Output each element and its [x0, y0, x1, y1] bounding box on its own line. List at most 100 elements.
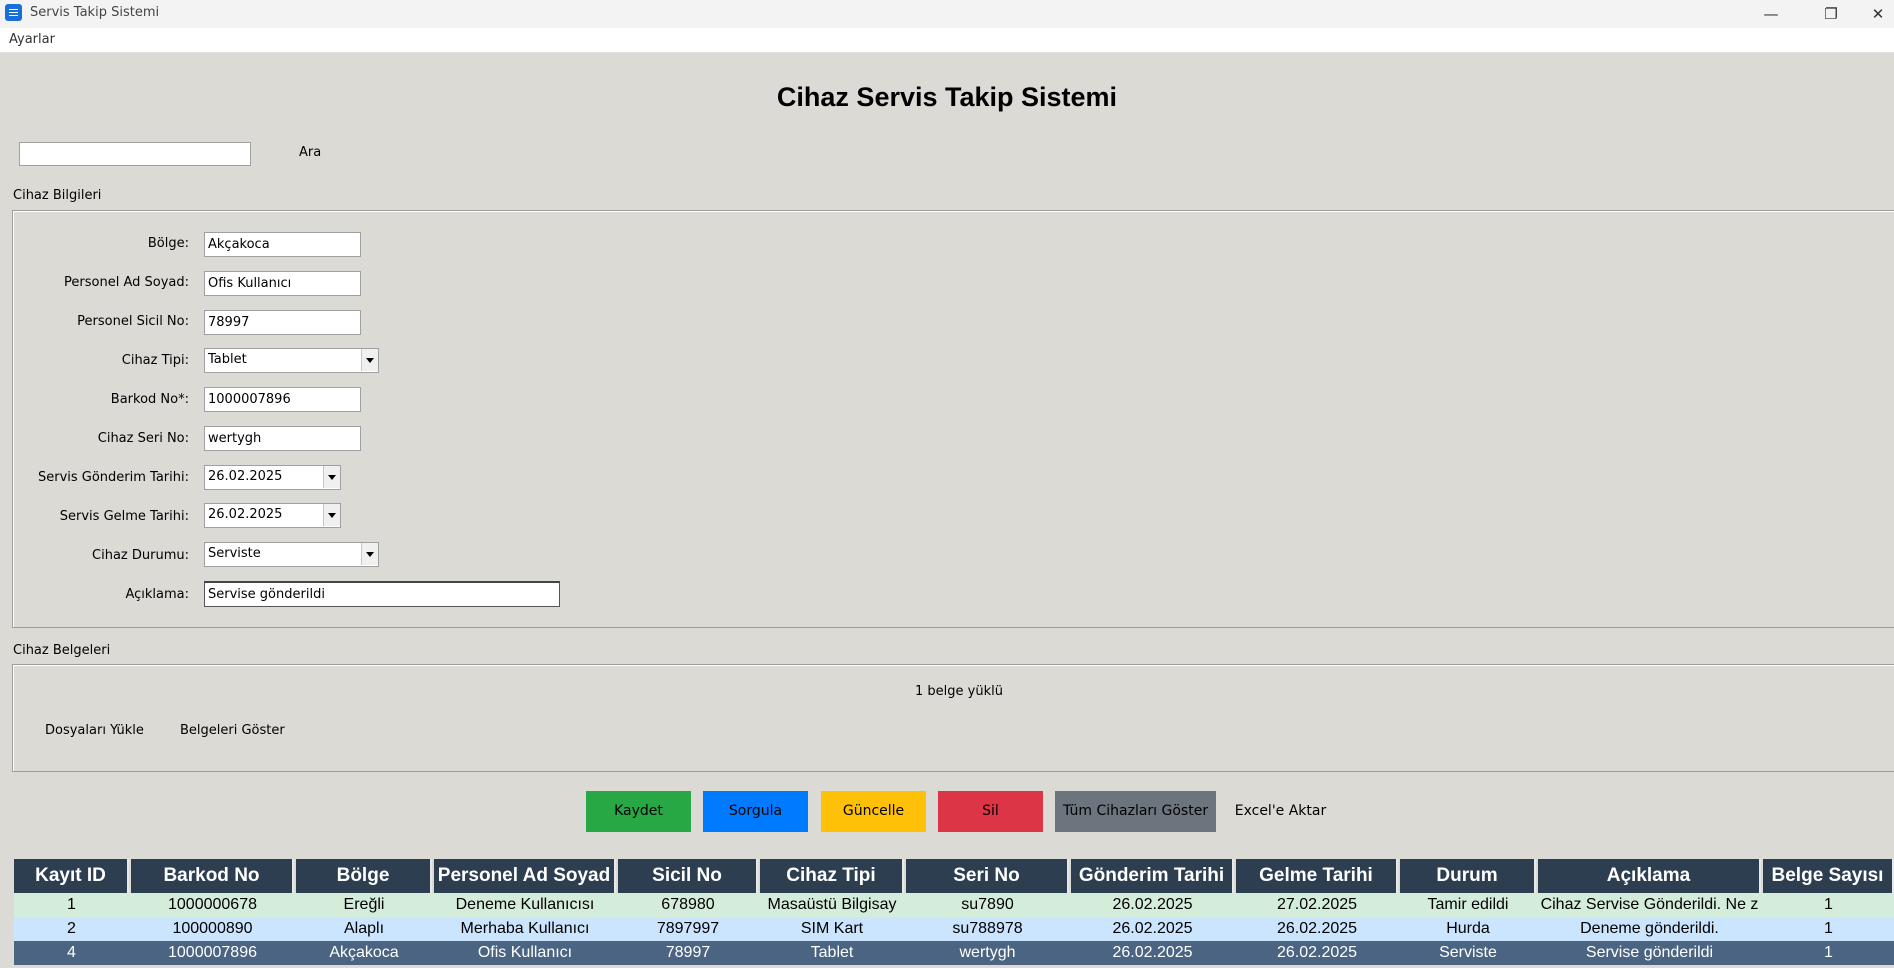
return-date-picker[interactable]: 26.02.2025 — [204, 503, 341, 528]
table-cell: 4 — [67, 944, 76, 961]
device-type-select[interactable]: Tablet — [204, 348, 379, 373]
device-info-section-label: Cihaz Bilgileri — [13, 188, 102, 203]
minimize-button[interactable]: — — [1748, 2, 1794, 26]
chevron-down-icon[interactable] — [323, 466, 340, 488]
search-input[interactable] — [19, 142, 251, 166]
column-header[interactable]: Cihaz Tipi — [760, 859, 904, 893]
column-header[interactable]: Gelme Tarihi — [1236, 859, 1398, 893]
table-cell: Ofis Kullanıcı — [477, 944, 573, 961]
column-header[interactable]: Bölge — [296, 859, 432, 893]
send-date-label: Servis Gönderim Tarihi: — [37, 470, 189, 485]
description-field[interactable] — [204, 581, 560, 607]
table-cell: 27.02.2025 — [1276, 896, 1358, 913]
table-cell: Akçakoca — [329, 944, 399, 961]
query-button[interactable]: Sorgula — [703, 791, 808, 832]
show-all-devices-button[interactable]: Tüm Cihazları Göster — [1055, 791, 1216, 832]
table-cell: 26.02.2025 — [1276, 944, 1358, 961]
column-header[interactable]: Sicil No — [618, 859, 758, 893]
personnel-name-field[interactable] — [204, 271, 361, 296]
region-field[interactable] — [204, 232, 361, 257]
table-cell: Cihaz Servise Gönderildi. Ne z — [1540, 896, 1759, 913]
chevron-down-icon[interactable] — [323, 504, 340, 526]
table-cell: 1 — [67, 896, 76, 913]
table-cell: 1 — [1824, 920, 1833, 937]
documents-section-label: Cihaz Belgeleri — [13, 643, 111, 658]
column-header[interactable]: Durum — [1400, 859, 1536, 893]
status-label: Cihaz Durumu: — [92, 548, 189, 563]
save-button[interactable]: Kaydet — [586, 791, 691, 832]
status-value: Serviste — [208, 546, 261, 561]
send-date-picker[interactable]: 26.02.2025 — [204, 465, 341, 490]
sicil-label: Personel Sicil No: — [77, 314, 189, 329]
table-cell: wertygh — [959, 944, 1016, 961]
table-cell: 26.02.2025 — [1112, 896, 1193, 913]
column-header[interactable]: Barkod No — [131, 859, 294, 893]
chevron-down-icon[interactable] — [361, 543, 378, 565]
table-cell: Hurda — [1446, 920, 1490, 937]
region-label: Bölge: — [147, 236, 189, 251]
table-row[interactable]: 4 1000007896 Akçakoca Ofis Kullanıcı 78997 Ta… — [14, 941, 1894, 965]
documents-frame — [12, 664, 1894, 772]
table-cell: 1 — [1824, 944, 1833, 961]
column-header[interactable]: Belge Sayısı — [1763, 859, 1894, 893]
table-cell: 26.02.2025 — [1112, 920, 1193, 937]
table-cell: su7890 — [961, 896, 1014, 913]
column-header[interactable]: Personel Ad Soyad — [434, 859, 616, 893]
table-cell: Tablet — [810, 944, 854, 961]
table-cell: Deneme Kullanıcısı — [455, 896, 595, 913]
table-row[interactable]: 1 1000000678 Ereğli Deneme Kullanıcısı 67898… — [14, 893, 1894, 917]
table-cell: 78997 — [665, 944, 711, 961]
return-date-label: Servis Gelme Tarihi: — [59, 509, 189, 524]
show-documents-button[interactable]: Belgeleri Göster — [180, 723, 285, 738]
table-cell: Alaplı — [343, 920, 385, 937]
table-cell: 26.02.2025 — [1276, 920, 1358, 937]
serial-label: Cihaz Seri No: — [97, 431, 189, 446]
page-title: Cihaz Servis Takip Sistemi — [776, 82, 1118, 112]
table-cell: 1 — [1824, 896, 1833, 913]
table-cell: 678980 — [661, 896, 715, 913]
table-cell: Deneme gönderildi. — [1580, 920, 1719, 937]
title-bar: Servis Takip Sistemi — ❐ ✕ — [0, 0, 1894, 28]
column-header[interactable]: Kayıt ID — [14, 859, 129, 893]
device-type-label: Cihaz Tipi: — [121, 353, 189, 368]
send-date-value: 26.02.2025 — [208, 469, 283, 484]
table-cell: 2 — [67, 920, 76, 937]
update-button[interactable]: Güncelle — [821, 791, 926, 832]
search-button[interactable]: Ara — [299, 145, 321, 160]
documents-status: 1 belge yüklü — [915, 684, 1003, 699]
close-button[interactable]: ✕ — [1862, 2, 1894, 26]
column-header[interactable]: Açıklama — [1538, 859, 1761, 893]
table-cell: SIM Kart — [800, 920, 864, 937]
delete-button[interactable]: Sil — [938, 791, 1043, 832]
column-header[interactable]: Gönderim Tarihi — [1071, 859, 1234, 893]
table-cell: 26.02.2025 — [1112, 944, 1193, 961]
table-cell: 1000000678 — [168, 896, 257, 913]
barcode-field[interactable] — [204, 387, 361, 412]
table-cell: Ereğli — [343, 896, 385, 913]
table-cell: su788978 — [952, 920, 1023, 937]
table-cell: Serviste — [1439, 944, 1497, 961]
sicil-field[interactable] — [204, 310, 361, 335]
table-header: Kayıt ID Barkod No Bölge Personel Ad Soyad S… — [14, 859, 1894, 893]
upload-files-button[interactable]: Dosyaları Yükle — [45, 723, 144, 738]
menu-bar: Ayarlar — [0, 28, 1894, 53]
app-icon — [5, 4, 22, 21]
barcode-label: Barkod No*: — [110, 392, 189, 407]
table-cell: 1000007896 — [168, 944, 257, 961]
serial-field[interactable] — [204, 426, 361, 451]
table-cell: 7897997 — [656, 920, 720, 937]
table-cell: 100000890 — [172, 920, 253, 937]
return-date-value: 26.02.2025 — [208, 507, 283, 522]
maximize-button[interactable]: ❐ — [1808, 2, 1854, 26]
name-label: Personel Ad Soyad: — [64, 275, 189, 290]
table-cell: Masaüstü Bilgisay — [767, 896, 897, 913]
table-row[interactable]: 2 100000890 Alaplı Merhaba Kullanıcı 7897997… — [14, 917, 1894, 941]
window-title: Servis Takip Sistemi — [30, 5, 160, 20]
chevron-down-icon[interactable] — [361, 349, 378, 371]
column-header[interactable]: Seri No — [906, 859, 1069, 893]
menu-settings[interactable]: Ayarlar — [9, 32, 55, 47]
status-select[interactable]: Serviste — [204, 542, 379, 567]
description-label: Açıklama: — [125, 587, 189, 602]
export-excel-button[interactable]: Excel'e Aktar — [1228, 791, 1333, 832]
table-cell: Tamir edildi — [1427, 896, 1509, 913]
